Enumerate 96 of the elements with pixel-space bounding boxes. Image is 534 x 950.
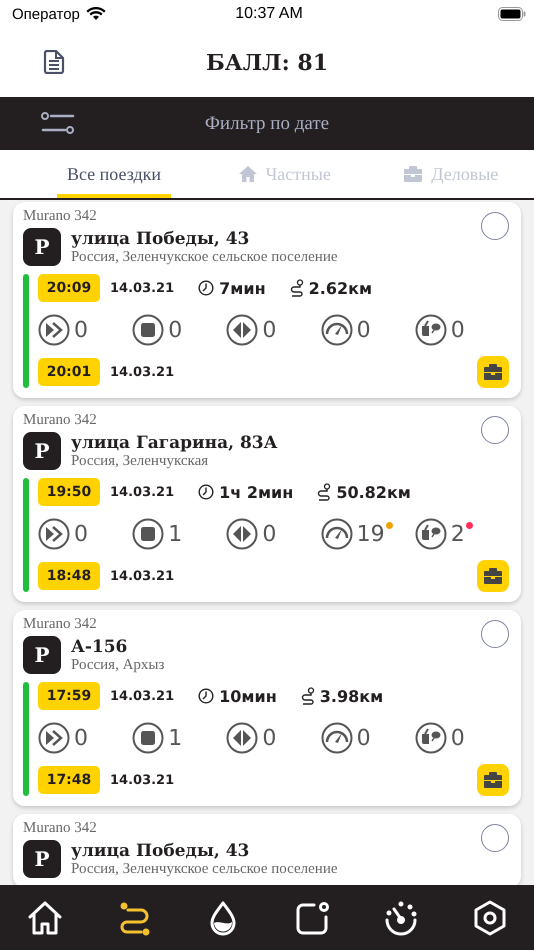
speedometer-icon	[320, 518, 353, 550]
select-radio[interactable]	[481, 824, 509, 852]
parking-badge: P	[23, 228, 61, 266]
end-time: 18:48	[38, 562, 100, 590]
event-count: 0	[262, 726, 276, 750]
clock-icon	[198, 484, 214, 500]
date-filter-bar[interactable]: Фильтр по дате	[0, 97, 534, 150]
event-count: 0	[74, 726, 88, 750]
route-icon	[317, 483, 332, 501]
briefcase-icon	[483, 363, 503, 381]
event-count: 0	[450, 318, 465, 342]
parking-badge: P	[23, 432, 61, 470]
event-count: 19	[356, 522, 385, 546]
event-count: 1	[168, 522, 182, 546]
fast-forward-icon	[38, 518, 70, 550]
document-icon[interactable]	[43, 50, 65, 74]
event-count: 0	[262, 318, 276, 342]
route-icon	[300, 687, 315, 705]
phone-hand-icon	[414, 518, 447, 550]
turn-arrows-icon	[226, 314, 258, 346]
event-count: 0	[356, 726, 371, 750]
select-radio[interactable]	[481, 620, 509, 648]
vehicle-name: Murano 342	[23, 616, 97, 633]
business-trip-button[interactable]	[477, 764, 509, 796]
vehicle-name: Murano 342	[23, 412, 97, 429]
trip-duration: 1ч 2мин	[219, 482, 294, 502]
street-name: А-156	[71, 636, 128, 656]
region-name: Россия, Зеленчукское сельское поселение	[71, 860, 338, 878]
stop-icon	[132, 314, 164, 346]
turn-arrows-icon	[226, 722, 258, 754]
trip-type-tab[interactable]: Все поездки	[57, 150, 171, 198]
event-count: 0	[356, 318, 371, 342]
end-time: 20:01	[38, 358, 100, 386]
status-time: 10:37 AM	[235, 5, 303, 23]
home-icon	[238, 165, 258, 183]
speedometer-icon	[320, 722, 353, 754]
end-date: 14.03.21	[110, 568, 174, 584]
start-date: 14.03.21	[110, 484, 174, 500]
event-count: 0	[168, 318, 182, 342]
parking-badge: P	[23, 840, 61, 878]
street-name: улица Гагарина, 83А	[71, 432, 278, 452]
end-date: 14.03.21	[110, 772, 174, 788]
wifi-icon	[86, 7, 106, 21]
end-time: 17:48	[38, 766, 100, 794]
event-count: 0	[450, 726, 465, 750]
parking-badge: P	[23, 636, 61, 674]
start-time: 19:50	[38, 478, 100, 506]
speedometer-icon	[320, 314, 353, 346]
trip-duration: 10мин	[219, 686, 277, 706]
stop-icon	[132, 722, 164, 754]
battery-icon	[498, 7, 526, 21]
trip-card[interactable]: Murano 342 P улица Победы, 43 Россия, Зеленчукское сельское поселение	[13, 814, 521, 885]
region-name: Россия, Зеленчукское сельское поселение	[71, 248, 338, 266]
route-icon	[290, 279, 304, 297]
trip-distance: 2.62км	[308, 278, 372, 298]
briefcase-icon	[483, 771, 503, 789]
vehicle-name: Murano 342	[23, 208, 97, 225]
clock-icon	[198, 688, 214, 704]
vehicle-name: Murano 342	[23, 820, 97, 837]
street-name: улица Победы, 43	[71, 840, 250, 860]
select-radio[interactable]	[481, 416, 509, 444]
filter-icon	[41, 112, 75, 134]
fast-forward-icon	[38, 722, 70, 754]
region-name: Россия, Зеленчукская	[71, 452, 210, 470]
phone-hand-icon	[414, 722, 447, 754]
start-date: 14.03.21	[110, 280, 174, 296]
briefcase-icon	[403, 165, 424, 183]
street-name: улица Победы, 43	[71, 228, 250, 248]
score-title: БАЛЛ: 81	[206, 50, 328, 76]
region-name: Россия, Архыз	[71, 656, 164, 674]
briefcase-icon	[483, 567, 503, 585]
phone-hand-icon	[414, 314, 447, 346]
trip-card[interactable]: Murano 342 P улица Победы, 43 Россия, Зеленчукское сельское поселение 20:09 14.03.21 7мин 2.62км 0 0 0 0 0 20:01 14.03.21	[13, 202, 521, 398]
filter-label: Фильтр по дате	[204, 112, 330, 134]
clock-icon	[198, 280, 214, 296]
start-time: 20:09	[38, 274, 100, 302]
start-time: 17:59	[38, 682, 100, 710]
trip-card[interactable]: Murano 342 P улица Гагарина, 83А Россия, Зеленчукская 19:50 14.03.21 1ч 2мин 50.82км 0 1 0 19 2 18:48 14.03.21	[13, 406, 521, 602]
start-date: 14.03.21	[110, 688, 174, 704]
event-count: 2	[450, 522, 465, 546]
business-trip-button[interactable]	[477, 560, 509, 592]
carrier-name: Оператор	[12, 6, 80, 22]
end-date: 14.03.21	[110, 364, 174, 380]
event-count: 0	[74, 522, 88, 546]
business-trip-button[interactable]	[477, 356, 509, 388]
trip-duration: 7мин	[219, 278, 266, 298]
stop-icon	[132, 518, 164, 550]
trip-distance: 50.82км	[336, 482, 411, 502]
select-radio[interactable]	[481, 212, 509, 240]
fast-forward-icon	[38, 314, 70, 346]
trip-card[interactable]: Murano 342 P А-156 Россия, Архыз 17:59 14.03.21 10мин 3.98км 0 1 0 0 0 17:48 14.03.21	[13, 610, 521, 806]
event-count: 1	[168, 726, 182, 750]
trip-distance: 3.98км	[320, 686, 384, 706]
event-count: 0	[74, 318, 88, 342]
turn-arrows-icon	[226, 518, 258, 550]
event-count: 0	[262, 522, 276, 546]
